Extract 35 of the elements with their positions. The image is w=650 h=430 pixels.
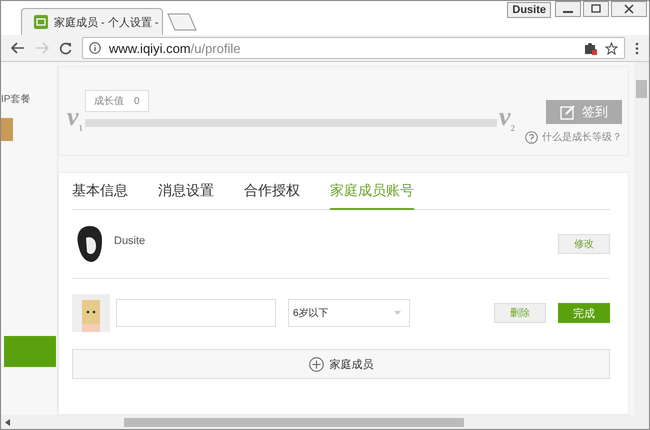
minimize-icon[interactable] bbox=[555, 1, 581, 17]
url-text: www.iqiyi.com/u/profile bbox=[109, 40, 240, 56]
level-end-label: v$_{2}$ bbox=[498, 102, 515, 134]
site-logo-icon bbox=[34, 15, 48, 29]
profile-button[interactable]: Dusite bbox=[507, 2, 551, 18]
plus-circle-icon bbox=[308, 356, 324, 372]
address-bar[interactable]: www.iqiyi.com/u/profile bbox=[82, 37, 625, 59]
info-icon bbox=[89, 42, 101, 54]
question-icon bbox=[525, 130, 538, 144]
growth-value-label: 成长值 0 bbox=[85, 90, 149, 112]
edit-icon bbox=[560, 104, 576, 120]
age-dropdown[interactable]: 6岁以下 bbox=[288, 299, 410, 327]
settings-tab[interactable]: 基本信息 bbox=[72, 182, 128, 210]
user-name: Dusite bbox=[114, 235, 146, 247]
scroll-left-icon bbox=[5, 418, 10, 426]
back-arrow-icon[interactable] bbox=[11, 42, 25, 54]
add-member-button[interactable]: 家庭成员 bbox=[72, 349, 610, 379]
new-tab-icon[interactable] bbox=[167, 13, 197, 31]
horizontal-scrollbar[interactable] bbox=[1, 415, 649, 429]
tab-title: 家庭成员 - 个人设置 - bbox=[54, 16, 158, 30]
vertical-scrollbar[interactable] bbox=[634, 62, 649, 415]
close-icon[interactable] bbox=[611, 1, 647, 17]
maximize-icon[interactable] bbox=[583, 1, 609, 17]
caret-down-icon bbox=[394, 311, 401, 315]
star-icon[interactable] bbox=[605, 42, 618, 54]
level-start-label: v$_{1}$ bbox=[67, 102, 84, 134]
reload-icon[interactable] bbox=[59, 42, 72, 54]
menu-icon[interactable] bbox=[635, 42, 639, 54]
settings-tab[interactable]: 消息设置 bbox=[158, 182, 214, 210]
browser-tab[interactable]: 家庭成员 - 个人设置 - bbox=[21, 8, 163, 35]
child-avatar-icon bbox=[72, 294, 110, 332]
puzzle-piece-icon[interactable] bbox=[584, 42, 597, 54]
name-input-field[interactable] bbox=[116, 299, 276, 327]
settings-tab[interactable]: 合作授权 bbox=[244, 182, 300, 210]
vip-label: IP套餐 bbox=[1, 92, 30, 106]
